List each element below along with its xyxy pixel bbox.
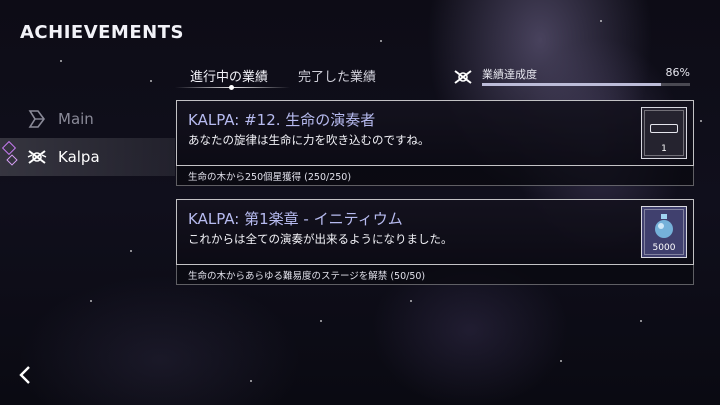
chevron-left-icon bbox=[19, 366, 30, 384]
achievement-condition: 生命の木からあらゆる難易度のステージを解禁 (50/50) bbox=[188, 271, 426, 282]
achievement-title: KALPA: #12. 生命の演奏者 bbox=[188, 111, 376, 129]
potion-icon bbox=[655, 214, 673, 238]
progress-value: 86% bbox=[665, 66, 690, 79]
screen-title: ACHIEVEMENTS bbox=[20, 22, 184, 43]
sidebar-item-main[interactable]: Main bbox=[0, 100, 175, 138]
tab-completed[interactable]: 完了した業績 bbox=[298, 66, 376, 85]
active-tab-dot bbox=[229, 85, 234, 90]
progress-label: 業績達成度 bbox=[482, 68, 537, 81]
selected-gem-icon bbox=[1, 140, 17, 156]
sidebar-item-main-label: Main bbox=[58, 110, 94, 128]
reward-box[interactable]: 5000 bbox=[641, 206, 687, 258]
achievement-description: これからは全ての演奏が出来るようになりました。 bbox=[188, 232, 453, 246]
reward-box[interactable]: 1 bbox=[641, 107, 687, 159]
back-button[interactable] bbox=[16, 364, 36, 386]
sidebar-item-kalpa[interactable]: Kalpa bbox=[0, 138, 175, 176]
nameplate-icon bbox=[650, 124, 678, 133]
achievement-card[interactable]: KALPA: #12. 生命の演奏者 あなたの旋律は生命に力を吹き込むのですね。… bbox=[176, 100, 694, 186]
achievement-condition: 生命の木から250個星獲得 (250/250) bbox=[188, 172, 352, 183]
achievement-title: KALPA: 第1楽章 - イニティウム bbox=[188, 210, 403, 228]
reward-value: 1 bbox=[661, 144, 667, 154]
tab-in-progress[interactable]: 進行中の業績 bbox=[190, 66, 268, 85]
selected-gem-small-icon bbox=[6, 154, 18, 166]
achievement-description: あなたの旋律は生命に力を吹き込むのですね。 bbox=[188, 133, 430, 147]
progress-bar-fill bbox=[482, 83, 661, 86]
sidebar-item-kalpa-label: Kalpa bbox=[58, 148, 100, 166]
main-icon bbox=[26, 108, 48, 130]
kalpa-progress-icon bbox=[452, 66, 474, 88]
achievement-card[interactable]: KALPA: 第1楽章 - イニティウム これからは全ての演奏が出来るようになり… bbox=[176, 199, 694, 285]
progress-bar bbox=[482, 83, 690, 86]
kalpa-icon bbox=[26, 146, 48, 168]
reward-value: 5000 bbox=[652, 243, 676, 253]
